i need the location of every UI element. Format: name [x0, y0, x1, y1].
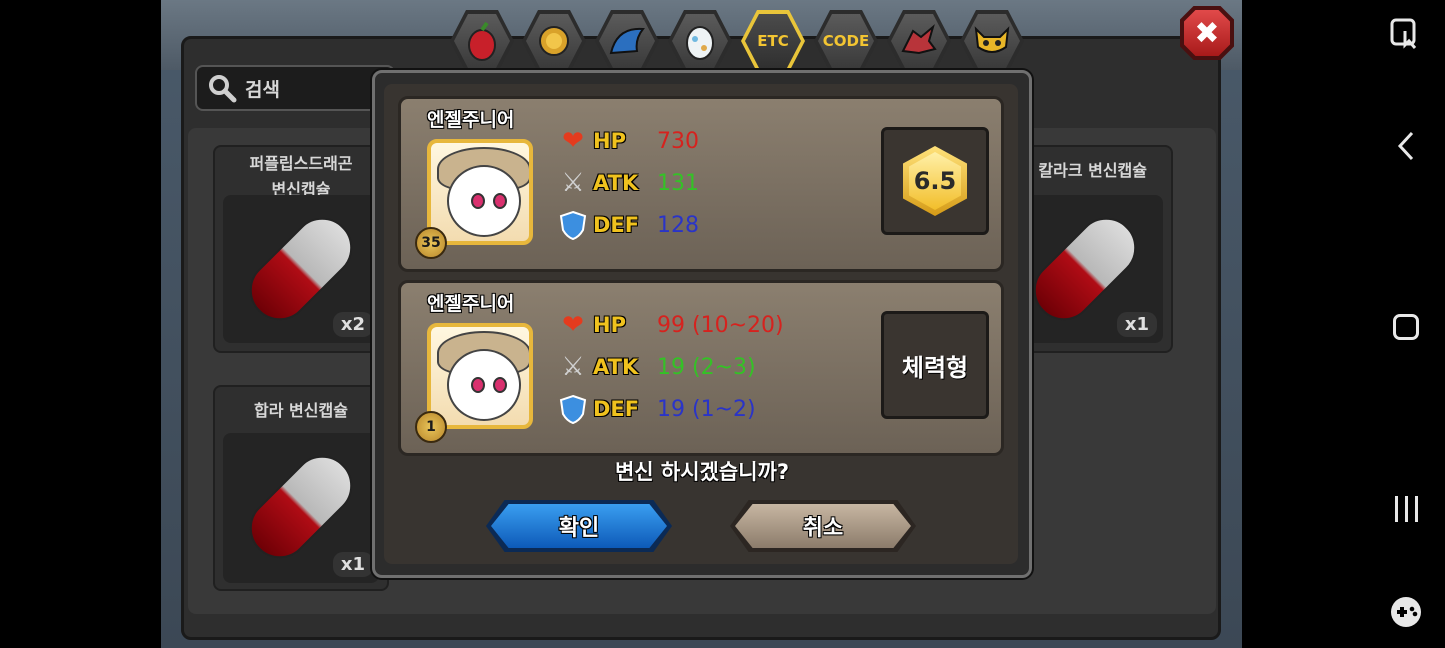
search-label: 검색: [245, 78, 280, 101]
coin-icon: [539, 26, 569, 56]
heart-icon: ❤: [562, 126, 584, 156]
type-box: 체력형: [881, 311, 989, 419]
def-row: DEF 19 (1~2): [557, 391, 756, 427]
portrait-eye: [471, 193, 485, 209]
shield-icon: [557, 210, 589, 240]
atk-label: ATK: [593, 171, 639, 195]
recent-apps-icon[interactable]: [1386, 489, 1426, 529]
item-quantity: x1: [332, 552, 373, 577]
tab-etc-label: ETC: [745, 14, 801, 68]
level-badge: 1: [415, 411, 447, 443]
cancel-button[interactable]: 취소: [730, 500, 916, 552]
cancel-label: 취소: [735, 504, 911, 548]
screen-touch-icon[interactable]: [1386, 14, 1426, 54]
portrait-eye: [493, 377, 507, 393]
crossed-swords-icon: ⚔: [561, 352, 585, 382]
egg-icon: [686, 26, 714, 60]
creature-portrait: [427, 323, 533, 429]
confirm-question: 변신 하시겠습니까?: [614, 460, 790, 484]
close-icon: ✖: [1194, 15, 1220, 51]
def-label: DEF: [593, 397, 640, 421]
creature-name: 엔젤주니어: [427, 293, 515, 315]
def-value: 128: [657, 212, 699, 238]
grade-box: 6.5: [881, 127, 989, 235]
type-label: 체력형: [901, 353, 969, 382]
current-creature-box: 엔젤주니어 35 ❤ HP 730 ⚔ ATK 131 DEF 128 6.5: [398, 96, 1004, 272]
hp-label: HP: [593, 313, 626, 337]
hp-value: 99 (10~20): [657, 312, 784, 338]
item-name: 합라 변신캡슐: [254, 401, 348, 420]
dragon-head-icon: [901, 24, 937, 55]
hp-value: 730: [657, 128, 699, 154]
def-value: 19 (1~2): [657, 396, 756, 422]
hp-label: HP: [593, 129, 626, 153]
shield-icon: [557, 394, 589, 424]
hp-row: ❤ HP 99 (10~20): [557, 307, 784, 343]
heart-icon: ❤: [562, 310, 584, 340]
grade-badge: 6.5: [903, 146, 967, 216]
tab-code-label: CODE: [818, 14, 874, 68]
item-slot: x1: [223, 433, 379, 583]
level-badge: 35: [415, 227, 447, 259]
mask-icon: [974, 26, 1010, 53]
item-card[interactable]: 합라 변신캡슐 x1: [213, 385, 389, 591]
atk-row: ⚔ ATK 19 (2~3): [557, 349, 756, 385]
portrait-eye: [493, 193, 507, 209]
game-controller-icon[interactable]: [1386, 592, 1426, 632]
target-creature-box: 엔젤주니어 1 ❤ HP 99 (10~20) ⚔ ATK 19 (2~3) D…: [398, 280, 1004, 456]
close-button[interactable]: ✖: [1180, 6, 1234, 60]
fruit-icon: [468, 21, 496, 61]
atk-value: 19 (2~3): [657, 354, 756, 380]
item-quantity: x2: [332, 312, 373, 337]
grade-value: 6.5: [909, 152, 961, 210]
home-icon[interactable]: [1386, 307, 1426, 347]
def-label: DEF: [593, 213, 640, 237]
portrait-eye: [471, 377, 485, 393]
confirm-label: 확인: [491, 504, 667, 548]
atk-value: 131: [657, 170, 699, 196]
def-row: DEF 128: [557, 207, 699, 243]
crossed-swords-icon: ⚔: [561, 168, 585, 198]
item-card[interactable]: 퍼플립스드래곤 변신캡슐 x2: [213, 145, 389, 353]
search-box[interactable]: 검색: [195, 65, 395, 111]
confirm-button[interactable]: 확인: [486, 500, 672, 552]
search-icon: [209, 75, 237, 103]
creature-name: 엔젤주니어: [427, 109, 515, 131]
creature-portrait: [427, 139, 533, 245]
item-quantity: x1: [1116, 312, 1157, 337]
atk-label: ATK: [593, 355, 639, 379]
atk-row: ⚔ ATK 131: [557, 165, 699, 201]
dragon-wing-icon: [609, 27, 645, 55]
back-icon[interactable]: [1386, 126, 1426, 166]
hp-row: ❤ HP 730: [557, 123, 699, 159]
item-slot: x2: [223, 195, 379, 343]
